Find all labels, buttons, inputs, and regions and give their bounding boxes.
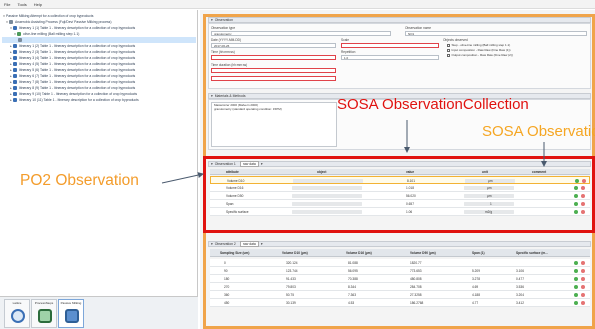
tree-item[interactable]: ▸ Itinerary 9 (10) Table 1 - Itinerary d… [9, 91, 137, 97]
tree-item[interactable]: ▸ Itinerary 3 (4) Table 1 - Itinerary de… [9, 55, 135, 61]
menu-help[interactable]: Help [34, 2, 42, 7]
tree-item-label: Itinerary 9 (10) Table 1 - Itinerary des… [19, 91, 138, 96]
tree-item-label: Itinerary 4 (5) Table 1 - Itinerary desc… [19, 61, 136, 66]
menu-file[interactable]: File [4, 2, 10, 7]
tree-item-label: Itinerary 8 (9) Table 1 - Itinerary desc… [19, 85, 136, 90]
tree-item-label: Itinerary 7 (8) Table 1 - Itinerary desc… [19, 79, 136, 84]
network-icon [38, 309, 52, 323]
tree-item[interactable]: ▸ Itinerary 2 (3) Table 1 - Itinerary de… [9, 49, 135, 55]
tree-item-label: Itinerary 6 (7) Table 1 - Itinerary desc… [19, 73, 136, 78]
tree-process[interactable]: ▾ Anaerobic Assisting Process (Fuji/Dev/… [5, 19, 111, 25]
itinerary-icon [13, 67, 17, 72]
tree-root[interactable]: ▾ Passive Milking Attempt for a collecti… [2, 13, 93, 19]
tree-item-label: Itinerary 1 (1) Table 1 - Itinerary desc… [19, 25, 136, 30]
tree-item[interactable]: ▸ Itinerary 10 (11) Table 1 - Itinerary … [9, 97, 139, 103]
annotation-po2-observation: PO2 Observation [20, 172, 139, 189]
itinerary-icon [13, 73, 17, 78]
itinerary-icon [13, 25, 17, 30]
tab-label: Lattice [12, 301, 22, 305]
itinerary-icon [13, 97, 17, 102]
tree-item-label: Itinerary 5 (6) Table 1 - Itinerary desc… [19, 67, 136, 72]
tab-process-steps[interactable]: ProcessSteps [31, 299, 57, 328]
tree-item[interactable]: ▸ Itinerary 7 (8) Table 1 - Itinerary de… [9, 79, 135, 85]
itinerary-icon [13, 79, 17, 84]
process-icon [9, 19, 13, 24]
observation-icon [18, 37, 22, 42]
tab-label: Passive Milking [60, 301, 82, 305]
tree-item-label: Itinerary 2 (3) Table 1 - Itinerary desc… [19, 49, 136, 54]
tree-item[interactable]: ▸ Itinerary 5 (6) Table 1 - Itinerary de… [9, 67, 135, 73]
document-icon [65, 309, 79, 323]
tree-item[interactable]: ▸ Itinerary 1 (2) Table 1 - Itinerary de… [9, 43, 135, 49]
tree-item[interactable]: ▾ Itinerary 1 (1) Table 1 - Itinerary de… [9, 25, 135, 31]
itinerary-icon [13, 85, 17, 90]
menu-bar: File Tools Help [0, 0, 595, 9]
tree-item[interactable]: ▸ Itinerary 6 (7) Table 1 - Itinerary de… [9, 73, 135, 79]
tab-lattice[interactable]: Lattice [4, 299, 30, 328]
tab-label: ProcessSteps [34, 301, 54, 305]
tree-item[interactable]: ▸ Itinerary 4 (5) Table 1 - Itinerary de… [9, 61, 135, 67]
itinerary-icon [13, 55, 17, 60]
annotation-sosa-observation: SOSA Observation [482, 123, 595, 140]
tree-item-label: Itinerary 3 (4) Table 1 - Itinerary desc… [19, 55, 136, 60]
tree-selected-row[interactable] [2, 37, 196, 43]
itinerary-icon [13, 49, 17, 54]
perspective-tabs: Lattice ProcessSteps Passive Milking [0, 296, 198, 329]
signal-icon [11, 309, 25, 323]
tree-root-label: Passive Milking Attempt for a collection… [6, 13, 94, 18]
menu-tools[interactable]: Tools [17, 2, 26, 7]
tree-item-label: Itinerary 10 (11) Table 1 - Itinerary de… [19, 97, 139, 102]
tree-step[interactable]: ▾ olive-line milling (Ball milling step … [13, 31, 79, 37]
tree-item-label: Itinerary 1 (2) Table 1 - Itinerary desc… [19, 43, 136, 48]
tree-step-label: olive-line milling (Ball milling step 1.… [23, 31, 80, 36]
itinerary-icon [13, 61, 17, 66]
annotation-sosa-observation-collection: SOSA ObservationCollection [337, 96, 529, 113]
observation-frame [203, 156, 595, 233]
itinerary-icon [13, 43, 17, 48]
itinerary-icon [13, 91, 17, 96]
step-icon [17, 31, 21, 36]
tree-process-label: Anaerobic Assisting Process (Fuji/Dev/ P… [15, 19, 112, 24]
project-tree-panel: ▾ Passive Milking Attempt for a collecti… [0, 10, 198, 296]
tree-item[interactable]: ▸ Itinerary 8 (9) Table 1 - Itinerary de… [9, 85, 135, 91]
tab-passive-milking[interactable]: Passive Milking [58, 299, 84, 328]
